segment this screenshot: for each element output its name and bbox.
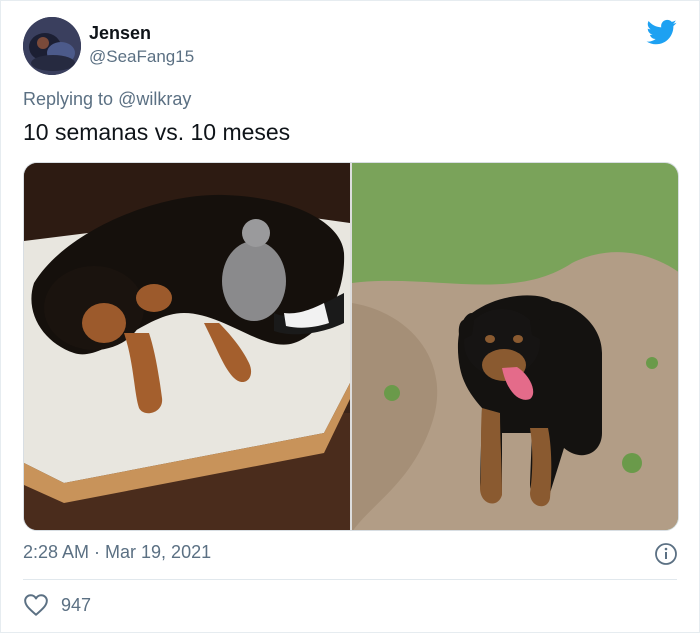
- media-photo-adult-dog[interactable]: [352, 163, 678, 530]
- media-photo-puppy[interactable]: [24, 163, 350, 530]
- tweet-card: Jensen @SeaFang15 Replying to @wilkray 1…: [0, 0, 700, 633]
- twitter-bird-icon[interactable]: [645, 17, 679, 47]
- reply-mention-link[interactable]: @wilkray: [118, 89, 191, 109]
- avatar[interactable]: [23, 17, 81, 75]
- tweet-text: 10 semanas vs. 10 meses: [23, 119, 291, 145]
- author-name[interactable]: Jensen: [89, 23, 151, 44]
- reply-prefix: Replying to: [23, 89, 114, 109]
- heart-icon[interactable]: [23, 593, 49, 617]
- tweet-timestamp[interactable]: 2:28 AM · Mar 19, 2021: [23, 542, 211, 563]
- tweet-media[interactable]: [23, 162, 679, 531]
- info-icon[interactable]: [654, 542, 678, 566]
- divider: [23, 579, 677, 580]
- reply-context: Replying to @wilkray: [23, 89, 191, 110]
- like-count: 947: [61, 595, 92, 615]
- author-handle[interactable]: @SeaFang15: [89, 47, 194, 67]
